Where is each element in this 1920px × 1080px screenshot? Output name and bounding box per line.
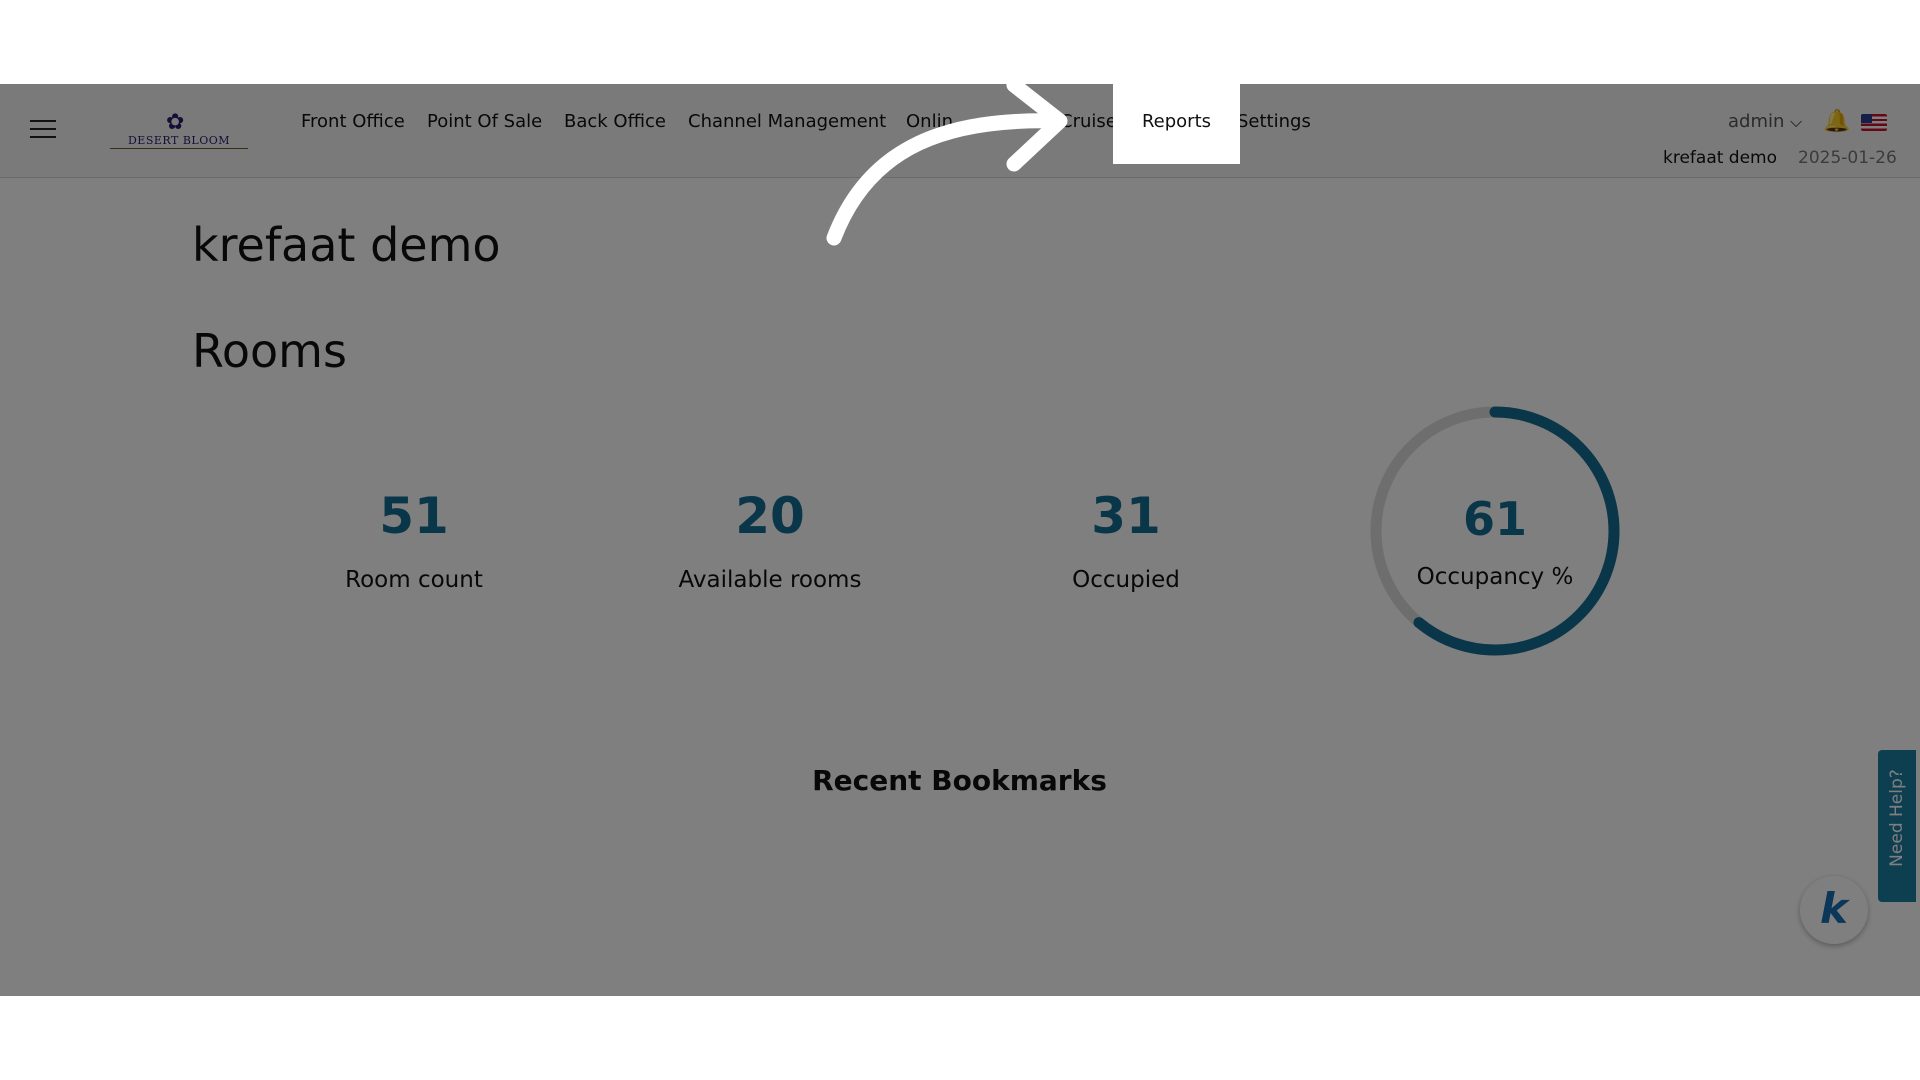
tutorial-arrow-icon (826, 84, 1068, 246)
app-window: ✿ DESERT BLOOM Front Office Point Of Sal… (0, 84, 1920, 996)
